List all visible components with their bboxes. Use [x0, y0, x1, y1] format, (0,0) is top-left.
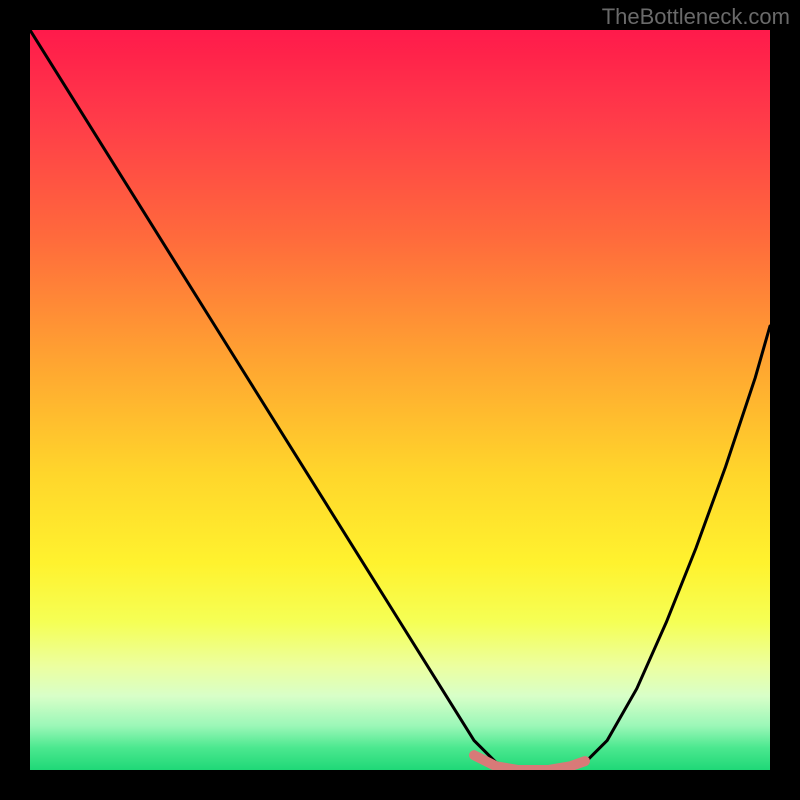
bottleneck-chart: [30, 30, 770, 770]
chart-frame: TheBottleneck.com: [0, 0, 800, 800]
watermark-label: TheBottleneck.com: [602, 4, 790, 30]
gradient-background: [30, 30, 770, 770]
plot-area: [30, 30, 770, 770]
